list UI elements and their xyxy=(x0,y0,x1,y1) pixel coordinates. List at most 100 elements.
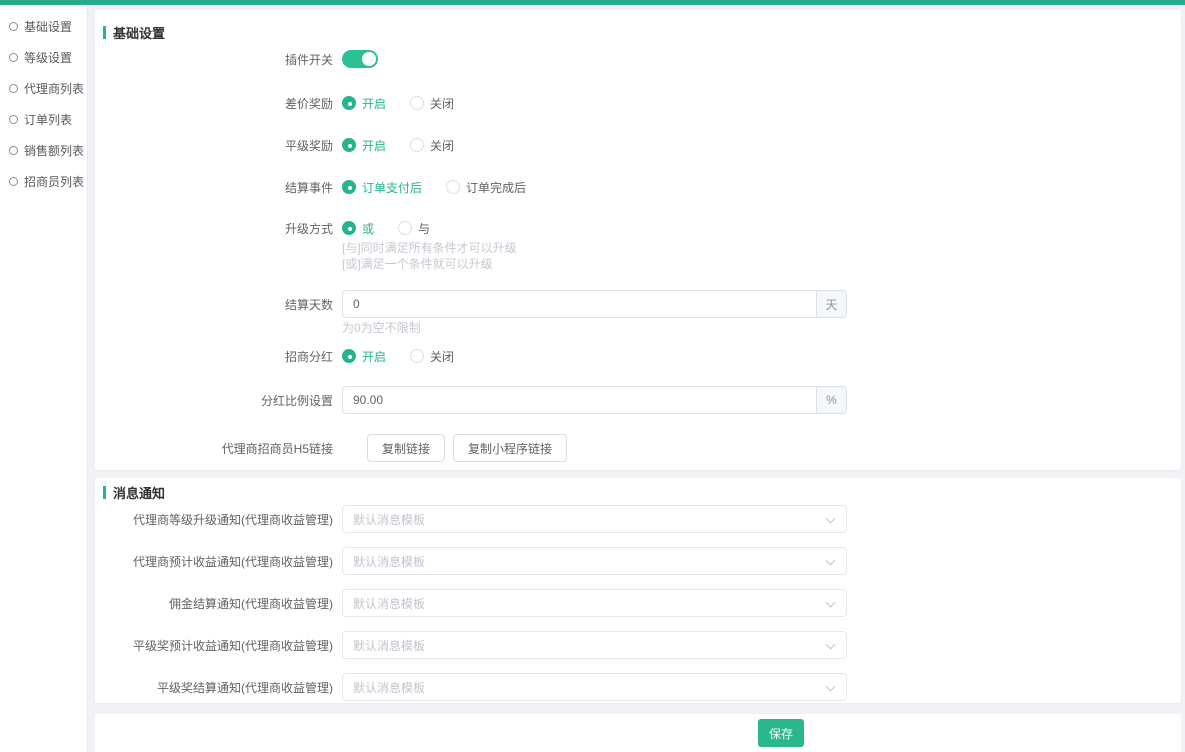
sidebar: 基础设置 等级设置 代理商列表 订单列表 销售额列表 招商员列表 xyxy=(0,5,88,752)
notice-level-upgrade-select[interactable]: 默认消息模板 xyxy=(342,505,847,533)
sidebar-item-label: 订单列表 xyxy=(24,111,72,128)
notice-peer-settle-select[interactable]: 默认消息模板 xyxy=(342,673,847,701)
notice-peer-expected-select[interactable]: 默认消息模板 xyxy=(342,631,847,659)
sidebar-item-label: 等级设置 xyxy=(24,49,72,66)
radio-label: 或 xyxy=(362,220,374,237)
field-label: 招商分红 xyxy=(95,348,333,365)
section-title-basic: 基础设置 xyxy=(95,22,1181,42)
radio-icon xyxy=(410,349,424,363)
radio-upgrade-and[interactable]: 与 xyxy=(398,220,430,237)
field-label: 代理商招商员H5链接 xyxy=(95,440,333,457)
sidebar-item-recruiter-list[interactable]: 招商员列表 xyxy=(0,166,87,197)
radio-icon xyxy=(410,96,424,110)
field-label: 佣金结算通知(代理商收益管理) xyxy=(95,595,333,612)
help-text: [与]同时满足所有条件才可以升级 xyxy=(342,240,1181,256)
copy-link-button[interactable]: 复制链接 xyxy=(367,434,445,462)
radio-icon xyxy=(342,180,356,194)
top-accent-bar xyxy=(0,0,1185,5)
radio-label: 关闭 xyxy=(430,137,454,154)
field-label: 结算天数 xyxy=(95,296,333,313)
field-diff-reward: 差价奖励 开启 关闭 xyxy=(95,96,1181,110)
field-label: 分红比例设置 xyxy=(95,392,333,409)
field-label: 平级奖励 xyxy=(95,137,333,154)
plugin-toggle-switch[interactable] xyxy=(342,50,378,68)
circle-icon xyxy=(9,146,18,155)
radio-label: 开启 xyxy=(362,137,386,154)
basic-settings-panel: 基础设置 插件开关 差价奖励 开启 关闭 平级奖励 xyxy=(95,10,1181,470)
circle-icon xyxy=(9,53,18,62)
sidebar-item-label: 代理商列表 xyxy=(24,80,84,97)
radio-icon xyxy=(342,349,356,363)
radio-diff-reward-off[interactable]: 关闭 xyxy=(410,95,454,112)
notice-expected-income-select[interactable]: 默认消息模板 xyxy=(342,547,847,575)
field-h5-link: 代理商招商员H5链接 复制链接 复制小程序链接 xyxy=(95,434,1181,462)
radio-settle-after-complete[interactable]: 订单完成后 xyxy=(446,179,526,196)
radio-peer-reward-off[interactable]: 关闭 xyxy=(410,137,454,154)
radio-dividend-off[interactable]: 关闭 xyxy=(410,348,454,365)
field-label: 代理商预计收益通知(代理商收益管理) xyxy=(95,553,333,570)
sidebar-item-level-settings[interactable]: 等级设置 xyxy=(0,42,87,73)
radio-icon xyxy=(342,138,356,152)
chevron-down-icon xyxy=(826,556,836,566)
field-label: 差价奖励 xyxy=(95,95,333,112)
field-settle-event: 结算事件 订单支付后 订单完成后 xyxy=(95,180,1181,194)
radio-diff-reward-on[interactable]: 开启 xyxy=(342,95,386,112)
chevron-down-icon xyxy=(826,598,836,608)
notice-commission-settle-select[interactable]: 默认消息模板 xyxy=(342,589,847,617)
field-dividend-ratio: 分红比例设置 % xyxy=(95,386,1181,414)
field-settle-days: 结算天数 天 xyxy=(95,290,1181,318)
dividend-ratio-input-wrap: % xyxy=(342,386,847,414)
radio-label: 开启 xyxy=(362,95,386,112)
field-label: 平级奖预计收益通知(代理商收益管理) xyxy=(95,637,333,654)
settle-days-input[interactable] xyxy=(343,291,816,317)
radio-settle-after-pay[interactable]: 订单支付后 xyxy=(342,179,422,196)
radio-upgrade-or[interactable]: 或 xyxy=(342,220,374,237)
save-button[interactable]: 保存 xyxy=(758,719,804,747)
radio-peer-reward-on[interactable]: 开启 xyxy=(342,137,386,154)
field-peer-reward: 平级奖励 开启 关闭 xyxy=(95,138,1181,152)
circle-icon xyxy=(9,115,18,124)
sidebar-item-label: 销售额列表 xyxy=(24,142,84,159)
sidebar-item-agent-list[interactable]: 代理商列表 xyxy=(0,73,87,104)
radio-icon xyxy=(398,221,412,235)
field-label: 插件开关 xyxy=(95,51,333,68)
footer-bar: 保存 xyxy=(95,714,1181,752)
settle-days-input-wrap: 天 xyxy=(342,290,847,318)
field-label: 平级奖结算通知(代理商收益管理) xyxy=(95,679,333,696)
sidebar-item-order-list[interactable]: 订单列表 xyxy=(0,104,87,135)
field-notice-peer-settle: 平级奖结算通知(代理商收益管理) 默认消息模板 xyxy=(95,673,1181,701)
chevron-down-icon xyxy=(826,640,836,650)
chevron-down-icon xyxy=(826,514,836,524)
sidebar-item-basic-settings[interactable]: 基础设置 xyxy=(0,11,87,42)
field-notice-peer-expected: 平级奖预计收益通知(代理商收益管理) 默认消息模板 xyxy=(95,631,1181,659)
chevron-down-icon xyxy=(826,682,836,692)
section-title-text: 消息通知 xyxy=(113,483,165,502)
field-upgrade-mode: 升级方式 或 与 xyxy=(95,221,1181,235)
field-recruit-dividend: 招商分红 开启 关闭 xyxy=(95,349,1181,363)
select-placeholder: 默认消息模板 xyxy=(353,553,425,570)
field-label: 升级方式 xyxy=(95,220,333,237)
select-placeholder: 默认消息模板 xyxy=(353,679,425,696)
field-notice-commission-settle: 佣金结算通知(代理商收益管理) 默认消息模板 xyxy=(95,589,1181,617)
dividend-ratio-input[interactable] xyxy=(343,387,816,413)
circle-icon xyxy=(9,177,18,186)
select-placeholder: 默认消息模板 xyxy=(353,595,425,612)
section-title-text: 基础设置 xyxy=(113,23,165,42)
radio-label: 关闭 xyxy=(430,348,454,365)
circle-icon xyxy=(9,84,18,93)
radio-label: 开启 xyxy=(362,348,386,365)
radio-dividend-on[interactable]: 开启 xyxy=(342,348,386,365)
field-notice-level-upgrade: 代理商等级升级通知(代理商收益管理) 默认消息模板 xyxy=(95,505,1181,533)
help-text: [或]满足一个条件就可以升级 xyxy=(342,256,1181,272)
percent-suffix: % xyxy=(816,387,846,413)
field-label: 结算事件 xyxy=(95,179,333,196)
radio-icon xyxy=(410,138,424,152)
settle-days-help: 为0为空不限制 xyxy=(342,322,1181,334)
copy-miniprogram-link-button[interactable]: 复制小程序链接 xyxy=(453,434,567,462)
section-title-notice: 消息通知 xyxy=(95,482,1181,502)
sidebar-item-sales-list[interactable]: 销售额列表 xyxy=(0,135,87,166)
select-placeholder: 默认消息模板 xyxy=(353,637,425,654)
radio-icon xyxy=(342,221,356,235)
field-plugin-switch: 插件开关 xyxy=(95,50,1181,68)
section-accent-bar xyxy=(103,26,106,39)
